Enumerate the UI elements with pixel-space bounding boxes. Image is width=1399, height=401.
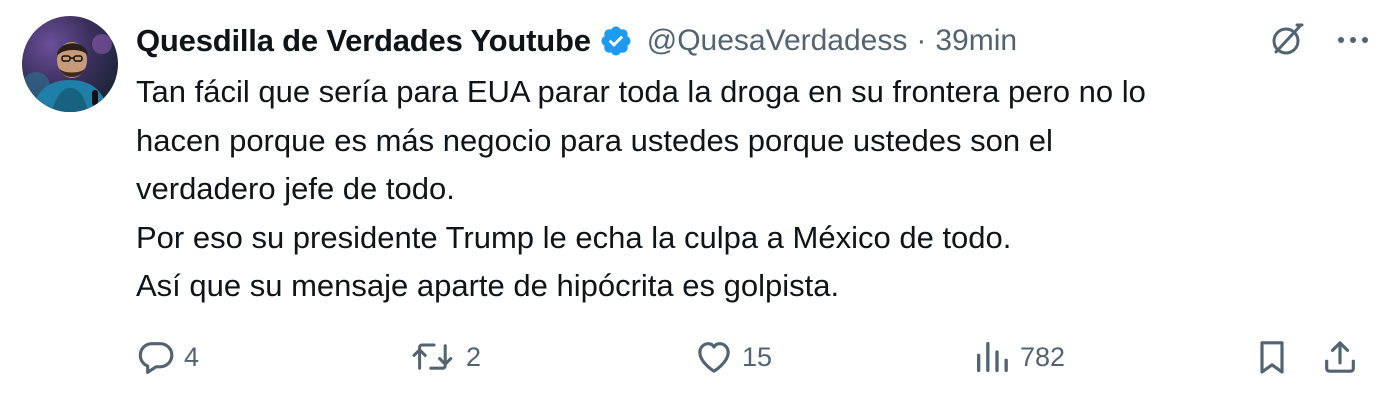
repost-count: 2 <box>466 341 482 372</box>
reply-icon <box>136 337 176 377</box>
like-icon <box>694 337 734 377</box>
tweet-header: Quesdilla de Verdades Youtube @QuesaVerd… <box>136 18 1017 64</box>
share-button[interactable] <box>1320 332 1360 382</box>
tweet-text-line: Tan fácil que sería para EUA parar toda … <box>136 74 1146 109</box>
verified-badge-icon[interactable] <box>599 24 633 58</box>
repost-icon <box>410 337 458 377</box>
views-count: 782 <box>1020 341 1066 372</box>
avatar[interactable] <box>22 16 118 112</box>
repost-button[interactable]: 2 <box>410 332 481 382</box>
author-handle[interactable]: @QuesaVerdadess <box>647 24 908 58</box>
bookmark-icon <box>1252 337 1292 377</box>
more-icon[interactable] <box>1335 20 1371 65</box>
reply-count: 4 <box>184 341 200 372</box>
avatar-image <box>22 16 118 112</box>
header-actions <box>1267 20 1371 65</box>
reply-button[interactable]: 4 <box>136 332 199 382</box>
share-icon <box>1320 337 1360 377</box>
tweet-text: Tan fácil que sería para EUA parar toda … <box>136 68 1366 311</box>
header-separator: · <box>916 24 927 57</box>
views-button[interactable]: 782 <box>972 332 1065 382</box>
grok-icon[interactable] <box>1267 20 1307 65</box>
tweet-text-line: verdadero jefe de todo. <box>136 171 455 206</box>
tweet-card[interactable]: Quesdilla de Verdades Youtube @QuesaVerd… <box>0 0 1399 401</box>
tweet-timestamp[interactable]: 39min <box>935 24 1017 58</box>
like-count: 15 <box>742 341 773 372</box>
display-name[interactable]: Quesdilla de Verdades Youtube <box>136 23 591 59</box>
views-icon <box>972 337 1012 377</box>
tweet-text-line: hacen porque es más negocio para ustedes… <box>136 122 1053 158</box>
tweet-text-line: Así que su mensaje aparte de hipócrita e… <box>136 268 840 303</box>
bookmark-button[interactable] <box>1252 332 1292 382</box>
like-button[interactable]: 15 <box>694 332 772 382</box>
tweet-text-line: Por eso su presidente Trump le echa la c… <box>136 219 1012 255</box>
action-bar: 4 2 15 782 <box>0 332 1399 382</box>
